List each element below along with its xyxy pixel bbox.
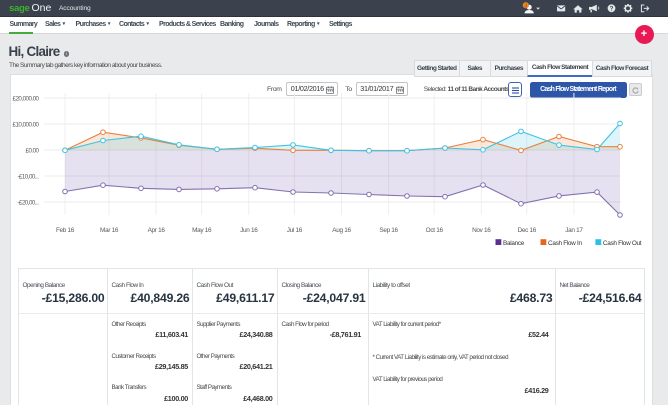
svg-text:Jan 17: Jan 17 bbox=[565, 227, 583, 234]
svg-text:£10,000.00: £10,000.00 bbox=[13, 121, 40, 128]
svg-text:Cash Flow In: Cash Flow In bbox=[548, 240, 582, 247]
svg-text:May 16: May 16 bbox=[192, 227, 212, 234]
svg-text:Dec 16: Dec 16 bbox=[518, 227, 537, 234]
svg-text:Cash Flow Out: Cash Flow Out bbox=[603, 240, 642, 247]
svg-text:Jul 16: Jul 16 bbox=[287, 227, 303, 234]
svg-text:Jun 16: Jun 16 bbox=[240, 227, 258, 234]
svg-text:£20,000.00: £20,000.00 bbox=[13, 95, 40, 102]
svg-text:Oct 16: Oct 16 bbox=[426, 227, 444, 234]
svg-text:-£20,00...: -£20,00... bbox=[17, 199, 39, 206]
svg-text:Sep 16: Sep 16 bbox=[379, 227, 398, 234]
svg-text:-£10,00...: -£10,00... bbox=[17, 173, 39, 180]
svg-text:£0.00: £0.00 bbox=[26, 147, 40, 154]
svg-text:Apr 16: Apr 16 bbox=[148, 227, 166, 234]
svg-text:Nov 16: Nov 16 bbox=[472, 227, 491, 234]
svg-text:Aug 16: Aug 16 bbox=[332, 227, 351, 234]
svg-text:Mar 16: Mar 16 bbox=[100, 227, 119, 234]
svg-text:Balance: Balance bbox=[503, 240, 525, 247]
svg-text:Feb 16: Feb 16 bbox=[56, 227, 75, 234]
